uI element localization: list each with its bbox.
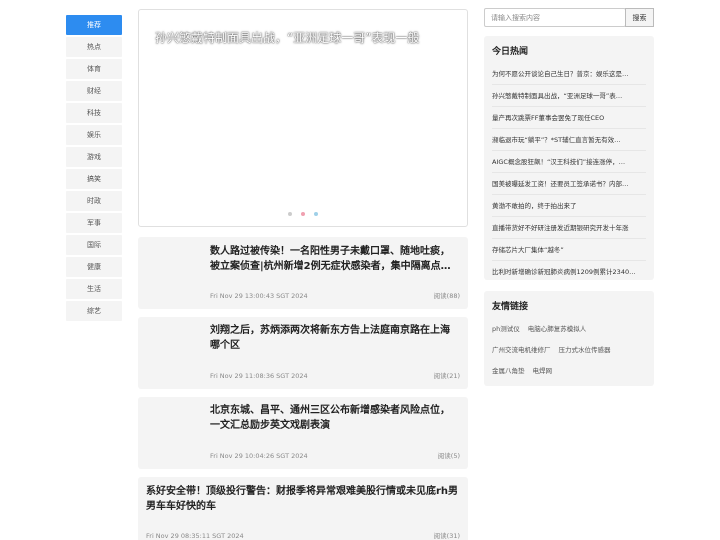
news-title[interactable]: 北京东城、昌平、通州三区公布新增感染者风险点位，一文汇总励步英文戏剧表演 <box>210 403 458 433</box>
nav-item[interactable]: 热点 <box>66 37 122 57</box>
friend-link[interactable]: ph测试仪 <box>492 325 520 333</box>
news-read-count: 阅读(31) <box>433 532 460 540</box>
nav-item[interactable]: 财经 <box>66 81 122 101</box>
hot-news-panel: 今日热闻 为何不愿公开谈论自己生日？普京：娱乐这是… 孙兴慜戴特制面具出战，“亚洲… <box>484 36 654 280</box>
hot-news-item[interactable]: AIGC概念股狂飙！“汉王科技们”接连涨停，… <box>492 151 646 173</box>
news-card[interactable]: 刘翔之后，苏炳添两次将新东方告上法庭南京路在上海哪个区 Fri Nov 29 1… <box>138 317 468 389</box>
friend-link[interactable]: 金属八角垫 <box>492 367 525 375</box>
carousel-title[interactable]: 孙兴慜戴特制面具出战，“亚洲足球一哥”表现一般 <box>155 29 419 46</box>
hot-news-item[interactable]: 国美被曝延发工资！还要员工签承诺书？内部… <box>492 173 646 195</box>
nav-item[interactable]: 搞笑 <box>66 169 122 189</box>
nav-item[interactable]: 科技 <box>66 103 122 123</box>
hot-news-item[interactable]: 直播带货好不好研注册发近期银研究开发十年涨 <box>492 217 646 239</box>
carousel-dot[interactable] <box>314 212 319 216</box>
hot-news-list: 为何不愿公开谈论自己生日？普京：娱乐这是… 孙兴慜戴特制面具出战，“亚洲足球一哥”… <box>492 63 646 283</box>
news-title[interactable]: 数人路过被传染！一名阳性男子未戴口罩、随地吐痰，被立案侦查|杭州新增2例无症状感… <box>210 244 458 274</box>
nav-item[interactable]: 娱乐 <box>66 125 122 145</box>
news-read-count: 阅读(21) <box>433 372 460 380</box>
search-button[interactable]: 搜索 <box>625 8 654 27</box>
news-card[interactable]: 北京东城、昌平、通州三区公布新增感染者风险点位，一文汇总励步英文戏剧表演 Fri… <box>138 397 468 469</box>
friend-link[interactable]: 压力式水位传感器 <box>559 346 611 354</box>
nav-item[interactable]: 时政 <box>66 191 122 211</box>
news-read-count: 阅读(5) <box>437 452 460 460</box>
friend-links-row: ph测试仪 电脑心肺复苏模拟人 <box>492 319 648 340</box>
nav-item[interactable]: 军事 <box>66 213 122 233</box>
hot-news-item[interactable]: 为何不愿公开谈论自己生日？普京：娱乐这是… <box>492 63 646 85</box>
news-read-count: 阅读(88) <box>433 292 460 300</box>
news-date: Fri Nov 29 11:08:36 SGT 2024 <box>210 372 308 380</box>
friend-link[interactable]: 电焊网 <box>533 367 553 375</box>
nav-item[interactable]: 生活 <box>66 279 122 299</box>
news-card[interactable]: 系好安全带！顶级投行警告：财报季将异常艰难美股行情或未见底rh男男车车好快的车 … <box>138 477 468 540</box>
carousel-dot[interactable] <box>287 212 292 216</box>
hot-news-item[interactable]: 存储芯片大厂集体“越冬” <box>492 239 646 261</box>
friend-links-row: 广州交流电机维修厂 压力式水位传感器 <box>492 340 648 361</box>
nav-item[interactable]: 推荐 <box>66 15 122 35</box>
news-card[interactable]: 数人路过被传染！一名阳性男子未戴口罩、随地吐痰，被立案侦查|杭州新增2例无症状感… <box>138 237 468 309</box>
nav-item[interactable]: 体育 <box>66 59 122 79</box>
news-date: Fri Nov 29 08:35:11 SGT 2024 <box>146 532 244 540</box>
news-title[interactable]: 刘翔之后，苏炳添两次将新东方告上法庭南京路在上海哪个区 <box>210 323 458 353</box>
carousel-indicators <box>139 201 467 220</box>
hot-news-item[interactable]: 量产再次跳票FF董事会罢免了现任CEO <box>492 107 646 129</box>
friend-links-row: 金属八角垫 电焊网 <box>492 361 648 382</box>
hot-news-item[interactable]: 濒临退市玩“躺平”？*ST辅仁直言暂无有效… <box>492 129 646 151</box>
friend-link[interactable]: 电脑心肺复苏模拟人 <box>528 325 587 333</box>
search-input[interactable] <box>484 8 626 27</box>
nav-item[interactable]: 综艺 <box>66 301 122 321</box>
hot-news-item[interactable]: 比利时新增确诊新冠肺炎病例1209例累计2340… <box>492 261 646 283</box>
nav-item[interactable]: 国际 <box>66 235 122 255</box>
news-date: Fri Nov 29 10:04:26 SGT 2024 <box>210 452 308 460</box>
news-date: Fri Nov 29 13:00:43 SGT 2024 <box>210 292 308 300</box>
nav-item[interactable]: 游戏 <box>66 147 122 167</box>
headline-carousel[interactable]: 孙兴慜戴特制面具出战，“亚洲足球一哥”表现一般 <box>138 9 468 227</box>
nav-item[interactable]: 健康 <box>66 257 122 277</box>
friend-link[interactable]: 广州交流电机维修厂 <box>492 346 551 354</box>
friend-links-title: 友情链接 <box>492 302 529 312</box>
hot-news-item[interactable]: 黄渤不敢拍的，终于拍出来了 <box>492 195 646 217</box>
hot-news-title: 今日热闻 <box>492 47 529 57</box>
news-title[interactable]: 系好安全带！顶级投行警告：财报季将异常艰难美股行情或未见底rh男男车车好快的车 <box>146 484 462 514</box>
friend-links-list: ph测试仪 电脑心肺复苏模拟人 广州交流电机维修厂 压力式水位传感器 金属八角垫 电焊网 <box>492 319 648 382</box>
carousel-dot-active[interactable] <box>301 212 305 216</box>
category-nav: 推荐 热点 体育 财经 科技 娱乐 游戏 搞笑 时政 军事 国际 健康 生活 综艺 <box>66 15 122 323</box>
hot-news-item[interactable]: 孙兴慜戴特制面具出战，“亚洲足球一哥”表… <box>492 85 646 107</box>
friend-links-panel: 友情链接 ph测试仪 电脑心肺复苏模拟人 广州交流电机维修厂 压力式水位传感器 金属八角… <box>484 291 654 386</box>
